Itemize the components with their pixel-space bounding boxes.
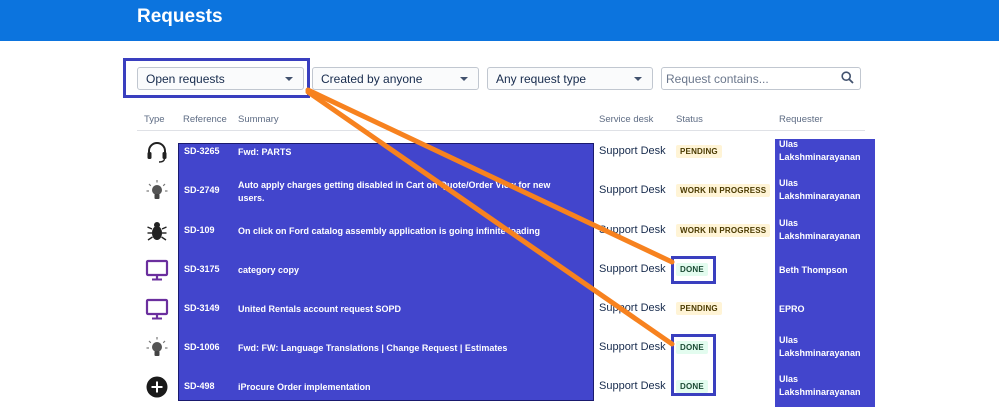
annotation-arrows xyxy=(305,87,675,347)
